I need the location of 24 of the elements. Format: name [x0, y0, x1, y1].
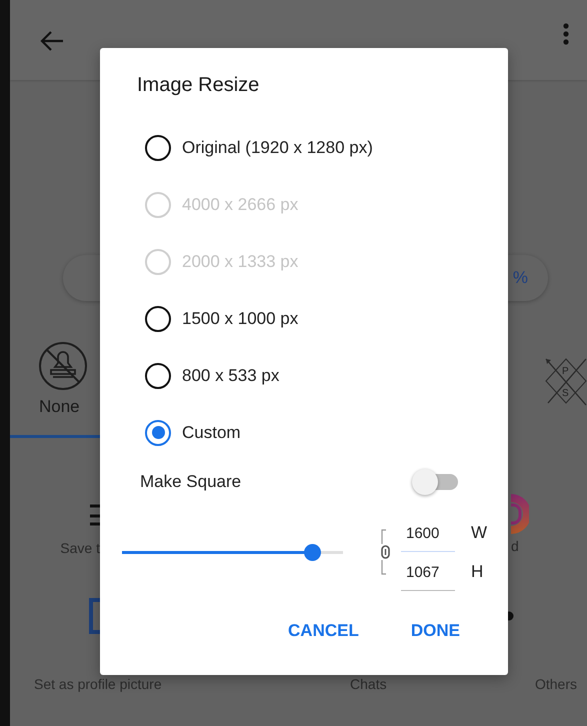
dimension-unit: H [471, 562, 484, 582]
back-arrow-icon[interactable] [40, 31, 64, 51]
dialog-title: Image Resize [137, 74, 260, 97]
more-options-icon[interactable] [563, 23, 569, 45]
dimension-unit: W [471, 522, 488, 542]
size-option[interactable]: Original (1920 x 1280 px) [100, 119, 373, 176]
profile-frame-icon [88, 598, 100, 634]
size-option[interactable]: Custom [100, 404, 241, 461]
dimension-field[interactable]: 1067 [401, 552, 455, 591]
dialog-button[interactable]: DONE [408, 617, 462, 645]
radio-button[interactable] [145, 134, 171, 160]
no-stamp-icon [38, 341, 88, 391]
make-square-label: Make Square [140, 472, 242, 492]
radio-button[interactable] [145, 362, 171, 388]
size-option[interactable]: 1500 x 1000 px [100, 290, 298, 347]
dimension-field[interactable]: 1600 [401, 513, 455, 552]
zoom-percent: % [512, 268, 528, 288]
make-square-toggle[interactable] [412, 469, 458, 495]
radio-button[interactable] [145, 306, 171, 332]
slider-thumb[interactable] [304, 544, 322, 560]
radio-button[interactable] [145, 420, 171, 446]
dialog-button[interactable]: CANCEL [286, 617, 361, 645]
size-option[interactable]: 800 x 533 px [100, 347, 280, 404]
camera-app-icon [511, 494, 529, 534]
